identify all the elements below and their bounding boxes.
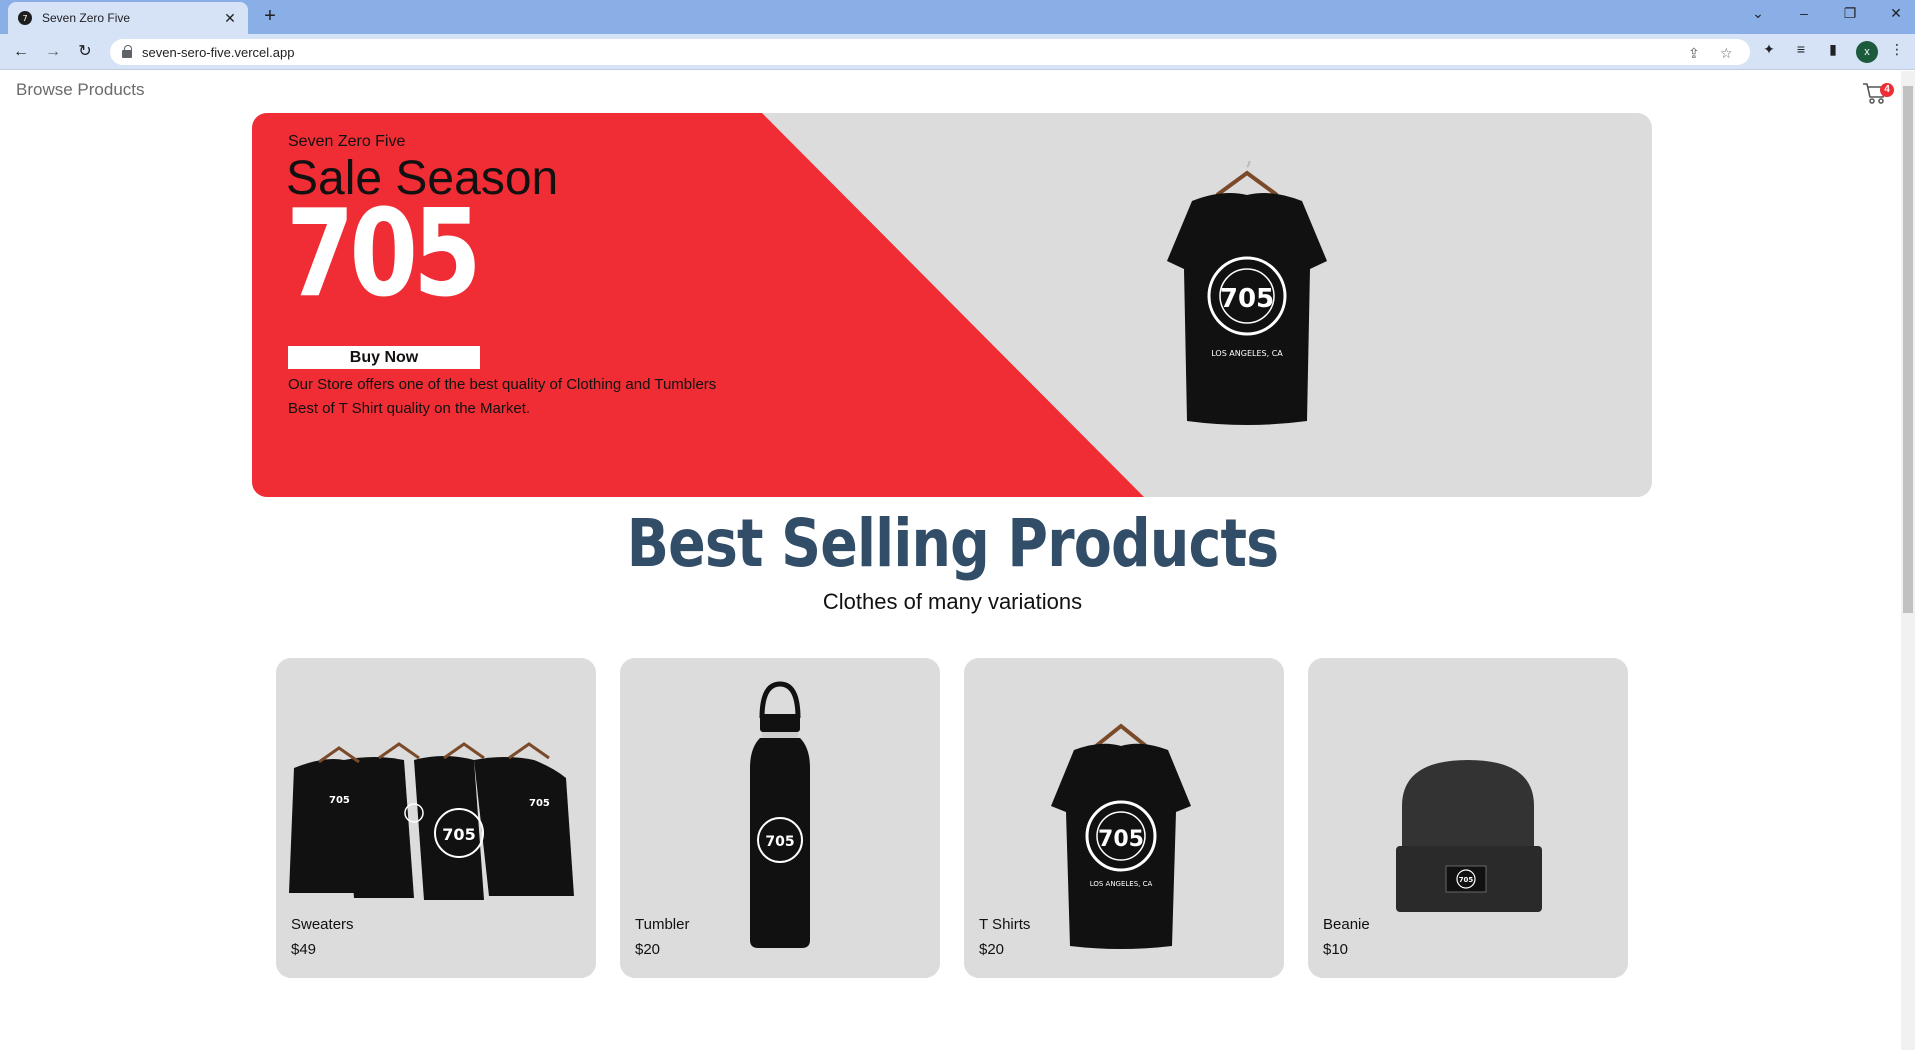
- svg-text:LOS ANGELES, CA: LOS ANGELES, CA: [1211, 349, 1283, 358]
- sweaters-image: 705 705 705: [289, 742, 574, 900]
- lock-icon: [122, 45, 132, 58]
- new-tab-button[interactable]: +: [258, 6, 282, 26]
- profile-avatar[interactable]: x: [1856, 41, 1878, 63]
- close-tab-icon[interactable]: ✕: [222, 10, 238, 27]
- svg-text:705: 705: [329, 795, 350, 806]
- hero-description: Our Store offers one of the best quality…: [288, 373, 716, 421]
- svg-text:705: 705: [765, 834, 794, 850]
- page-content: Browse Products 4 Seven Zero Five Sale S…: [0, 71, 1915, 1050]
- hero-desc-line-2: Best of T Shirt quality on the Market.: [288, 400, 531, 417]
- hero-big-text: 705: [286, 185, 482, 324]
- product-name: Beanie: [1323, 916, 1370, 933]
- url-text: seven-sero-five.vercel.app: [142, 44, 295, 60]
- svg-text:705: 705: [529, 798, 550, 809]
- section-subtitle: Clothes of many variations: [822, 589, 1083, 614]
- browser-window: 7 Seven Zero Five ✕ + ⌄ – ❐ ✕ ← → ↻ seve…: [0, 0, 1915, 1050]
- forward-icon[interactable]: →: [42, 41, 64, 63]
- product-price: $20: [979, 941, 1005, 958]
- restore-button[interactable]: ❐: [1838, 5, 1862, 22]
- menu-icon[interactable]: ⋮: [1886, 41, 1908, 58]
- browse-products-link[interactable]: Browse Products: [16, 80, 145, 100]
- t-shirt-image: 705 LOS ANGELES, CA: [1167, 161, 1327, 425]
- minimize-button[interactable]: –: [1792, 5, 1816, 21]
- cart-count-badge: 4: [1880, 83, 1894, 97]
- page-scrollbar[interactable]: [1901, 71, 1915, 1050]
- svg-text:705: 705: [1098, 827, 1144, 852]
- beanie-image: 705: [1396, 760, 1542, 912]
- favicon-icon: 7: [18, 11, 32, 25]
- extensions-icon[interactable]: ✦: [1758, 41, 1780, 58]
- share-icon[interactable]: ⇪: [1688, 45, 1700, 62]
- t-shirt-image: 705 LOS ANGELES, CA: [1051, 723, 1191, 949]
- product-card-tumbler[interactable]: 705 Tumbler $20: [620, 658, 940, 978]
- buy-now-button[interactable]: Buy Now: [288, 346, 480, 369]
- scrollbar-thumb[interactable]: [1903, 86, 1913, 613]
- tumbler-image: 705: [750, 681, 810, 948]
- active-tab[interactable]: 7 Seven Zero Five ✕: [8, 2, 248, 34]
- tab-title: Seven Zero Five: [42, 11, 131, 25]
- hero-brand: Seven Zero Five: [288, 133, 406, 150]
- address-bar[interactable]: seven-sero-five.vercel.app ⇪ ☆: [110, 39, 1750, 65]
- media-icon[interactable]: ≡: [1790, 41, 1812, 57]
- product-price: $10: [1323, 941, 1349, 958]
- svg-text:705: 705: [1459, 876, 1474, 884]
- close-window-button[interactable]: ✕: [1884, 5, 1908, 22]
- product-card-beanie[interactable]: 705 Beanie $10: [1308, 658, 1628, 978]
- tab-strip: 7 Seven Zero Five ✕ + ⌄ – ❐ ✕: [0, 0, 1915, 34]
- hero-desc-line-1: Our Store offers one of the best quality…: [288, 376, 717, 393]
- product-name: Sweaters: [291, 916, 354, 933]
- product-name: T Shirts: [979, 916, 1031, 933]
- product-card-sweaters[interactable]: 705 705 705 Sweaters $49: [276, 658, 596, 978]
- browser-toolbar: ← → ↻ seven-sero-five.vercel.app ⇪ ☆ ✦ ≡…: [0, 34, 1915, 70]
- section-title: Best Selling Products: [626, 505, 1279, 582]
- svg-text:LOS ANGELES, CA: LOS ANGELES, CA: [1090, 880, 1153, 888]
- product-name: Tumbler: [635, 916, 690, 933]
- svg-text:705: 705: [442, 825, 475, 844]
- back-icon[interactable]: ←: [10, 41, 32, 63]
- reload-icon[interactable]: ↻: [74, 41, 96, 63]
- product-card-tshirts[interactable]: 705 LOS ANGELES, CA T Shirts $20: [964, 658, 1284, 978]
- svg-text:705: 705: [1220, 284, 1274, 314]
- hero-banner: Seven Zero Five Sale Season 705 Buy Now …: [252, 113, 1652, 497]
- tab-search-icon[interactable]: ⌄: [1746, 5, 1770, 22]
- product-price: $49: [291, 941, 317, 958]
- side-panel-icon[interactable]: ▮: [1822, 41, 1844, 58]
- bookmark-star-icon[interactable]: ☆: [1720, 45, 1733, 62]
- product-price: $20: [635, 941, 661, 958]
